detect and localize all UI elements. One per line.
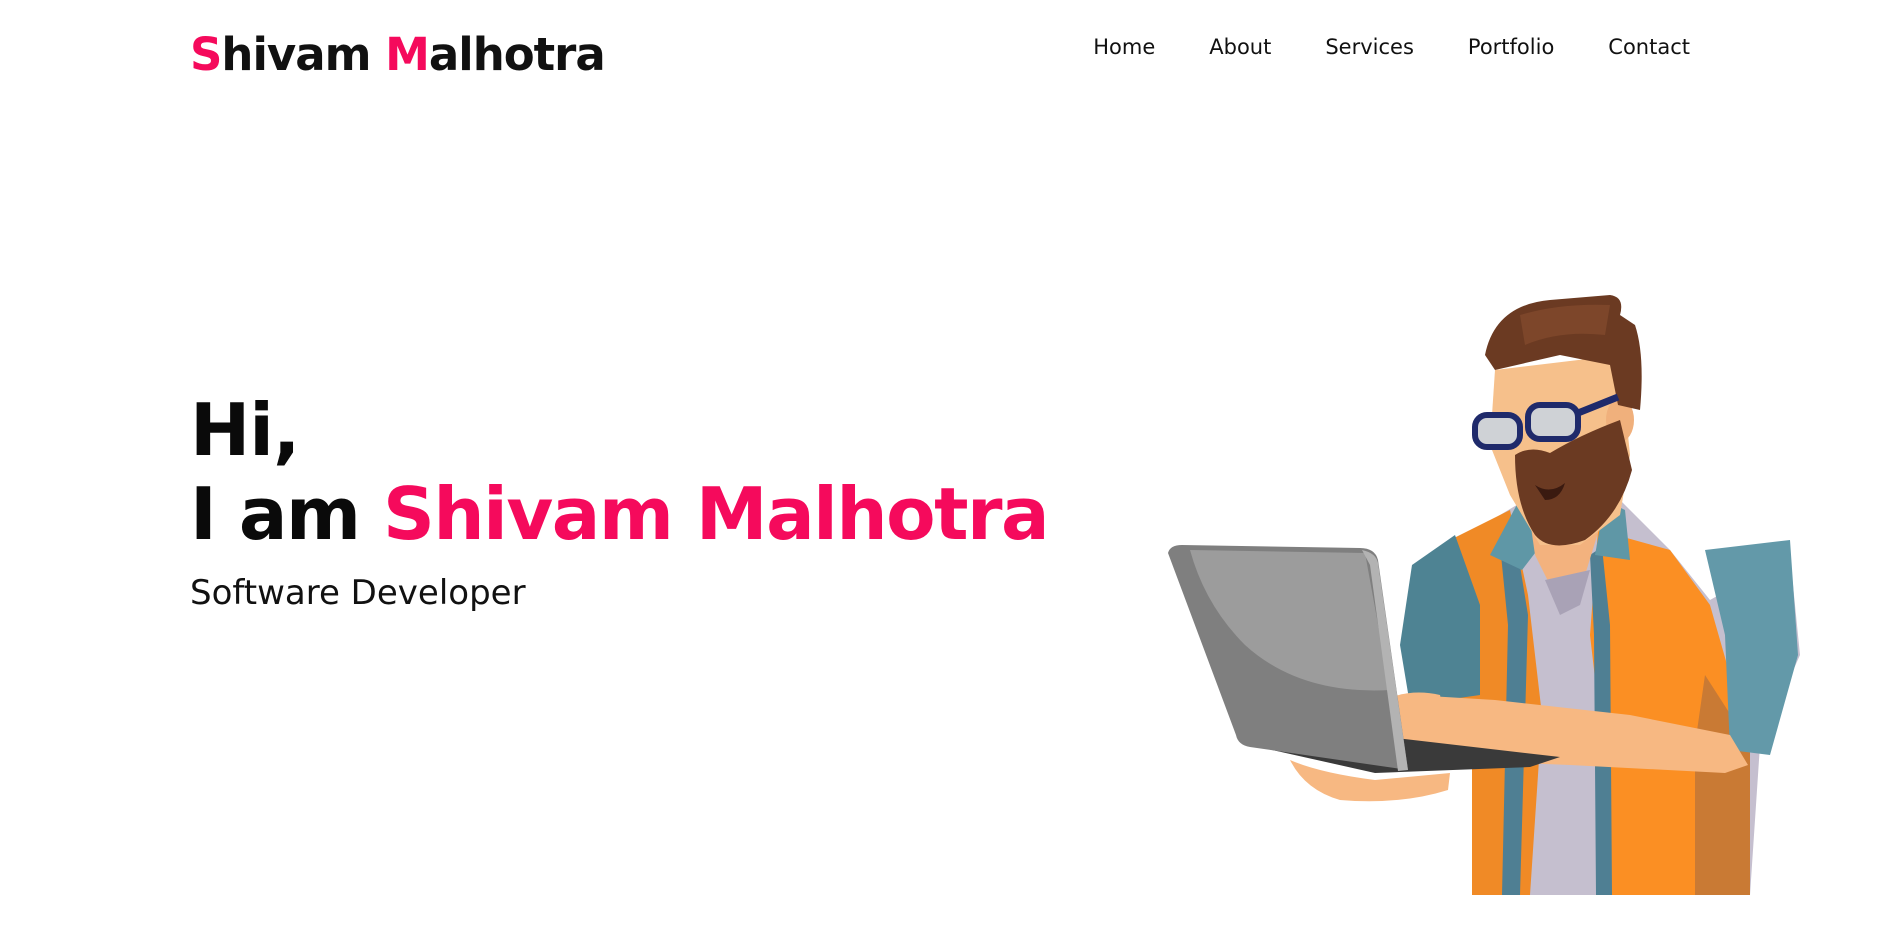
nav-home[interactable]: Home bbox=[1093, 32, 1155, 62]
logo-initial-first: S bbox=[190, 28, 222, 81]
site-logo[interactable]: Shivam Malhotra bbox=[190, 26, 606, 84]
glasses-lens-left bbox=[1472, 412, 1523, 450]
logo-text-last: alhotra bbox=[428, 28, 606, 81]
hero-intro: I am bbox=[190, 472, 384, 556]
nav-contact[interactable]: Contact bbox=[1608, 32, 1690, 62]
hero-title: I am Shivam Malhotra bbox=[190, 472, 1050, 556]
hero-name: Shivam Malhotra bbox=[383, 472, 1050, 556]
main-nav: Home About Services Portfolio Contact bbox=[1039, 32, 1690, 62]
nav-portfolio[interactable]: Portfolio bbox=[1468, 32, 1554, 62]
logo-text-first: hivam bbox=[221, 28, 386, 81]
hero-role: Software Developer bbox=[190, 573, 526, 613]
hero-greeting: Hi, bbox=[190, 388, 300, 472]
page: Shivam Malhotra Home About Services Port… bbox=[0, 0, 1880, 928]
hero-section: Hi, I am Shivam Malhotra Software Develo… bbox=[190, 388, 1050, 616]
glasses-lens-right bbox=[1525, 402, 1581, 442]
logo-initial-last: M bbox=[385, 28, 430, 81]
nav-services[interactable]: Services bbox=[1325, 32, 1414, 62]
developer-illustration bbox=[1168, 295, 1800, 895]
nav-about[interactable]: About bbox=[1209, 32, 1271, 62]
